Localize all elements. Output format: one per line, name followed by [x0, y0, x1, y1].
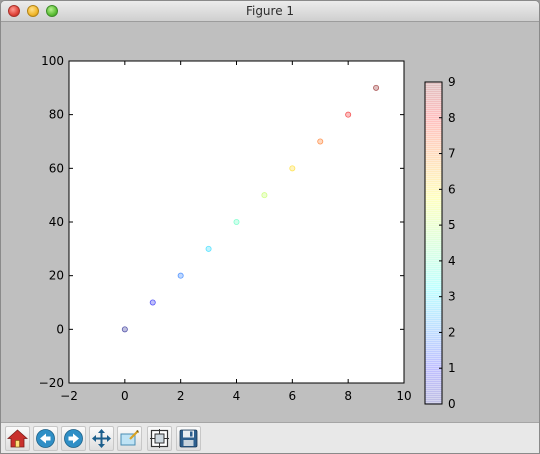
x-tick-label: 0	[121, 389, 129, 403]
back-button[interactable]	[33, 426, 58, 451]
data-point	[233, 218, 240, 225]
data-point	[345, 111, 352, 118]
pan-move-icon	[92, 429, 111, 448]
forward-arrow-icon	[64, 429, 83, 448]
colorbar-tick-label: 2	[448, 325, 456, 339]
configure-subplots-icon	[150, 429, 169, 448]
data-point	[373, 84, 380, 91]
colorbar-tick-label: 5	[448, 218, 456, 232]
y-tick-label: −20	[39, 376, 64, 390]
colorbar-tick-label: 8	[448, 111, 456, 125]
colorbar-tick-label: 3	[448, 290, 456, 304]
y-tick-label: 100	[41, 54, 64, 68]
colorbar-tick-label: 0	[448, 397, 456, 411]
x-tick-label: 6	[289, 389, 297, 403]
data-point	[261, 192, 268, 199]
x-tick-label: 2	[177, 389, 185, 403]
data-point	[121, 326, 128, 333]
zoom-rect-icon	[120, 430, 139, 446]
data-point	[177, 272, 184, 279]
data-point	[289, 165, 296, 172]
title-bar[interactable]: Figure 1	[1, 1, 539, 22]
pan-button[interactable]	[89, 426, 114, 451]
back-arrow-icon	[36, 429, 55, 448]
x-tick-label: 10	[396, 389, 411, 403]
colorbar-tick-label: 7	[448, 147, 456, 161]
zoom-button[interactable]	[117, 426, 142, 451]
y-tick-label: 80	[49, 108, 64, 122]
data-point	[205, 245, 212, 252]
colorbar-tick-label: 4	[448, 254, 456, 268]
window-title: Figure 1	[245, 4, 295, 18]
colorbar-lines	[425, 82, 442, 404]
figure-canvas[interactable]: −2 0 2 4 6 8 10 −20 0 20 40 60 80 100 0123456789	[1, 22, 539, 422]
y-tick-label: 20	[49, 269, 64, 283]
y-tick-label: 40	[49, 215, 64, 229]
data-point	[149, 299, 156, 306]
navigation-toolbar	[1, 422, 539, 453]
x-tick-label: 8	[344, 389, 352, 403]
x-tick-label: 4	[233, 389, 241, 403]
scatter-plot: −2 0 2 4 6 8 10−20020406080100 0123456789	[39, 54, 456, 411]
figure-window: Figure 1 −2 0 2 4 6 8 10 −20 0 20 40 60 80 100	[0, 0, 540, 454]
colorbar-tick-label: 9	[448, 75, 456, 89]
y-tick-label: 60	[49, 161, 64, 175]
x-tick-label: −2	[60, 389, 78, 403]
save-button[interactable]	[176, 426, 201, 451]
forward-button[interactable]	[61, 426, 86, 451]
save-floppy-icon	[179, 429, 198, 448]
configure-subplots-button[interactable]	[147, 426, 172, 451]
home-button[interactable]	[5, 426, 30, 451]
y-tick-label: 0	[56, 322, 64, 336]
colorbar-tick-label: 6	[448, 182, 456, 196]
colorbar-tick-label: 1	[448, 361, 456, 375]
home-icon	[7, 429, 28, 448]
data-point	[317, 138, 324, 145]
